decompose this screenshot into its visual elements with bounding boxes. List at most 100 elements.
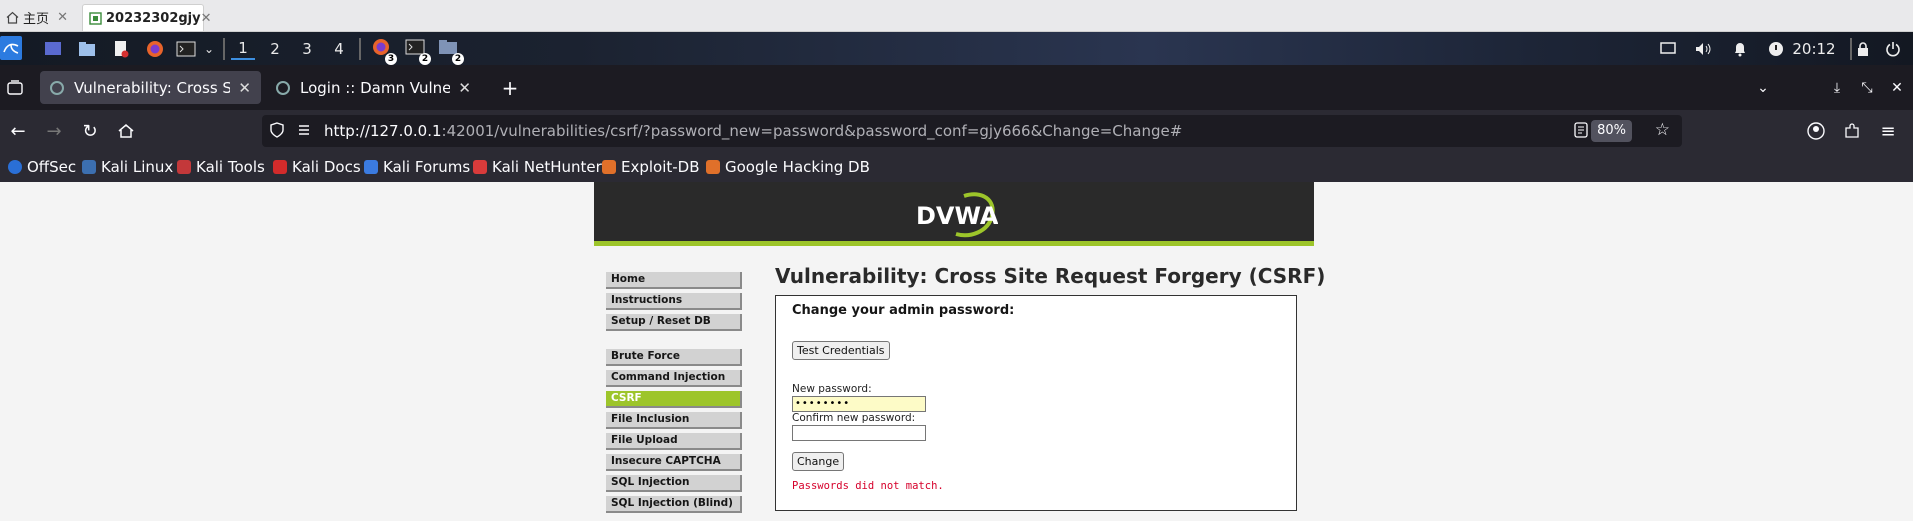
tab-title: Login :: Damn Vulnerable	[300, 78, 451, 97]
dvwa-favicon-icon	[276, 80, 290, 95]
menu-item-file-upload[interactable]: File Upload	[606, 433, 742, 450]
workspace-1[interactable]: 1	[231, 38, 255, 60]
dvwa-header: DVWA	[594, 182, 1314, 246]
chevron-down-icon[interactable]: ⌄	[202, 38, 216, 60]
window-count-badge: 2	[419, 53, 431, 65]
menu-item-home[interactable]: Home	[606, 272, 742, 289]
host-tab-vm[interactable]: 20232302gjy ✕	[82, 4, 212, 31]
bookmark-exploit-db[interactable]: Exploit-DB	[602, 158, 700, 176]
menu-item-instructions[interactable]: Instructions	[606, 293, 742, 310]
navigation-toolbar: ← → ↻ http://127.0.0.1:42001/vulnerabili…	[0, 110, 1913, 152]
restore-window-icon[interactable]: ⤡	[1856, 77, 1878, 99]
task-terminal[interactable]: 2	[404, 38, 431, 65]
dvwa-favicon-icon	[50, 80, 64, 95]
reload-icon[interactable]: ↻	[78, 119, 102, 143]
nethunter-icon	[473, 160, 487, 174]
text-editor-icon[interactable]	[111, 38, 131, 60]
menu-item-brute-force[interactable]: Brute Force	[606, 349, 742, 366]
task-files[interactable]: 2	[437, 38, 464, 65]
bookmark-offsec[interactable]: OffSec	[8, 158, 76, 176]
panel-separator	[223, 38, 225, 60]
bookmark-kali-nethunter[interactable]: Kali NetHunter	[473, 158, 602, 176]
kali-icon	[82, 160, 96, 174]
forward-arrow-icon[interactable]: →	[42, 119, 66, 143]
menu-item-insecure-captcha[interactable]: Insecure CAPTCHA	[606, 454, 742, 471]
bookmark-kali-linux[interactable]: Kali Linux	[82, 158, 173, 176]
desktop-icon[interactable]	[43, 38, 63, 60]
change-button[interactable]: Change	[792, 452, 845, 471]
display-icon[interactable]	[1658, 38, 1678, 60]
download-icon[interactable]: ⤓	[1826, 77, 1848, 99]
firefox-icon[interactable]	[145, 38, 165, 60]
new-password-input[interactable]: ••••••••	[792, 396, 926, 412]
hamburger-menu-icon[interactable]: ≡	[1876, 119, 1900, 143]
bookmark-kali-docs[interactable]: Kali Docs	[273, 158, 361, 176]
task-firefox[interactable]: 3	[370, 38, 397, 65]
menu-item-sql-injection[interactable]: SQL Injection	[606, 475, 742, 492]
bookmark-kali-forums[interactable]: Kali Forums	[364, 158, 470, 176]
window-count-badge: 3	[385, 53, 397, 65]
menu-item-csrf[interactable]: CSRF	[606, 391, 742, 408]
volume-icon[interactable]	[1694, 38, 1714, 60]
menu-item-sql-injection-blind[interactable]: SQL Injection (Blind)	[606, 496, 742, 513]
close-icon[interactable]: ✕	[238, 79, 251, 97]
bookmark-label: Kali Linux	[101, 158, 174, 176]
ghdb-icon	[706, 160, 720, 174]
offsec-icon	[8, 160, 22, 174]
menu-item-command-injection[interactable]: Command Injection	[606, 370, 742, 387]
new-tab-plus-icon[interactable]: +	[498, 76, 522, 100]
terminal-icon[interactable]	[175, 38, 197, 60]
page-info-icon[interactable]	[296, 122, 312, 142]
power-status-icon[interactable]	[1766, 38, 1786, 60]
close-icon[interactable]: ✕	[458, 79, 471, 97]
workspace-4[interactable]: 4	[327, 38, 351, 60]
browser-tab-strip: Vulnerability: Cross Site R ✕ Login :: D…	[0, 65, 1913, 110]
confirm-password-input[interactable]	[792, 425, 926, 441]
bookmark-kali-tools[interactable]: Kali Tools	[177, 158, 265, 176]
browser-tab-login[interactable]: Login :: Damn Vulnerable ✕	[266, 71, 481, 104]
kali-docs-icon	[273, 160, 287, 174]
back-arrow-icon[interactable]: ←	[6, 119, 30, 143]
close-icon[interactable]: ✕	[201, 11, 212, 26]
shield-icon[interactable]	[270, 122, 284, 142]
test-credentials-button[interactable]: Test Credentials	[792, 341, 890, 360]
zoom-level-button[interactable]: 80%	[1591, 120, 1632, 142]
kali-forums-icon	[364, 160, 378, 174]
extensions-puzzle-icon[interactable]	[1840, 119, 1864, 143]
exploitdb-icon	[602, 160, 616, 174]
workspace-2[interactable]: 2	[263, 38, 287, 60]
panel-separator	[359, 38, 361, 60]
close-icon[interactable]: ✕	[57, 10, 68, 25]
lock-icon[interactable]	[1852, 38, 1874, 60]
host-tab-strip: 主页 ✕ 20232302gjy ✕	[0, 0, 1913, 32]
bookmark-label: Kali Docs	[292, 158, 361, 176]
browser-tab-csrf[interactable]: Vulnerability: Cross Site R ✕	[40, 71, 261, 104]
reader-view-icon[interactable]	[1574, 122, 1588, 142]
bookmark-google-hacking-db[interactable]: Google Hacking DB	[706, 158, 870, 176]
host-tab-label: 主页	[23, 12, 50, 27]
home-icon[interactable]	[114, 119, 138, 143]
bookmark-label: Google Hacking DB	[725, 158, 870, 176]
bookmark-star-icon[interactable]: ☆	[1655, 120, 1670, 140]
notification-bell-icon[interactable]	[1730, 38, 1750, 60]
url-text[interactable]: http://127.0.0.1:42001/vulnerabilities/c…	[324, 122, 1182, 140]
vm-icon	[89, 11, 102, 25]
menu-item-file-inclusion[interactable]: File Inclusion	[606, 412, 742, 429]
workspace-3[interactable]: 3	[295, 38, 319, 60]
web-page: DVWA Home Instructions Setup / Reset DB …	[0, 182, 1913, 521]
menu-item-setup[interactable]: Setup / Reset DB	[606, 314, 742, 331]
power-icon[interactable]	[1882, 38, 1904, 60]
host-tab-home[interactable]: 主页 ✕	[0, 4, 74, 31]
kali-menu-icon[interactable]	[0, 36, 22, 60]
bookmark-label: Kali Tools	[196, 158, 265, 176]
address-bar[interactable]: http://127.0.0.1:42001/vulnerabilities/c…	[262, 115, 1682, 147]
list-all-tabs-chevron-icon[interactable]: ⌄	[1752, 77, 1774, 99]
file-manager-icon[interactable]	[77, 38, 97, 60]
bookmark-label: Kali NetHunter	[492, 158, 602, 176]
clock[interactable]: 20:12	[1792, 38, 1836, 60]
host-tab-label: 20232302gjy	[106, 10, 201, 26]
new-password-label: New password:	[792, 383, 872, 395]
tab-overview-icon[interactable]	[4, 77, 26, 99]
close-window-icon[interactable]: ✕	[1886, 77, 1908, 99]
account-icon[interactable]	[1804, 119, 1828, 143]
